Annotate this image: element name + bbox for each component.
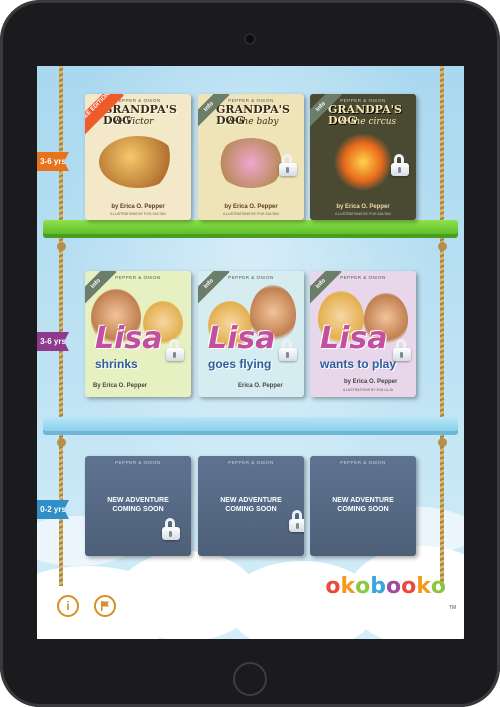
info-button[interactable]: i	[57, 595, 79, 617]
logo-letter: b	[370, 574, 386, 599]
flag-button[interactable]	[94, 595, 116, 617]
book-author: by Erica O. Pepper	[344, 379, 398, 385]
coming-soon-line2: COMING SOON	[337, 506, 389, 513]
logo-letter: k	[416, 574, 431, 599]
book-subtitle: wants to play	[320, 357, 397, 371]
book-illustrator: ILLUSTRATIONS BY FOG SULTAN	[110, 212, 166, 216]
book-author: by Erica O. Pepper	[336, 204, 390, 210]
rope-right	[440, 66, 444, 586]
book-lisa-shrinks[interactable]: PEPPER & ONION Lisa shrinks By Erica O. …	[85, 271, 191, 397]
shelf-top	[43, 220, 458, 234]
book-illustrator: ILLUSTRATIONS BY FOG SULTAN	[223, 212, 279, 216]
logo-letter: o	[385, 574, 402, 599]
lock-icon	[288, 510, 304, 532]
app-screen: 3-6 yrs 3-6 yrs 0-2 yrs PEPPER & ONION G…	[37, 66, 464, 639]
shelf-middle	[43, 417, 458, 431]
coming-soon-label: NEW ADVENTURE COMING SOON	[310, 496, 416, 514]
logo-letter: o	[401, 574, 417, 599]
book-author: By Erica O. Pepper	[93, 383, 148, 389]
coming-soon-line1: NEW ADVENTURE	[220, 497, 282, 504]
rope-knot	[57, 242, 66, 251]
book-grandpas-dog-victor[interactable]: PEPPER & ONION GRANDPA'S DOG & Victor by…	[85, 94, 191, 220]
lock-icon	[392, 339, 412, 361]
book-subtitle: & Victor	[115, 117, 154, 127]
book-lisa-goes-flying[interactable]: PEPPER & ONION Lisa goes flying Erica O.…	[198, 271, 304, 397]
cover-illustration	[216, 138, 286, 188]
book-subtitle: & the circus	[340, 117, 397, 127]
age-tag-row-3: 0-2 yrs	[37, 500, 69, 519]
coming-soon-line1: NEW ADVENTURE	[332, 497, 394, 504]
logo-letter: o	[430, 574, 446, 599]
rope-knot	[438, 242, 447, 251]
book-publisher: PEPPER & ONION	[340, 460, 386, 465]
trademark: TM	[448, 605, 456, 611]
book-coming-soon-3[interactable]: PEPPER & ONION NEW ADVENTURE COMING SOON	[310, 456, 416, 556]
lock-icon	[278, 154, 298, 176]
book-author: by Erica O. Pepper	[224, 204, 278, 210]
lock-icon	[390, 154, 410, 176]
okobooko-logo: o k o b o o k o	[325, 574, 446, 599]
age-tag-row-2: 3-6 yrs	[37, 332, 69, 351]
coming-soon-line2: COMING SOON	[112, 506, 164, 513]
home-button[interactable]	[233, 662, 267, 696]
book-coming-soon-1[interactable]: PEPPER & ONION NEW ADVENTURE COMING SOON	[85, 456, 191, 556]
book-subtitle: goes flying	[208, 357, 272, 371]
coming-soon-label: NEW ADVENTURE COMING SOON	[85, 496, 191, 514]
rope-knot	[438, 438, 447, 447]
book-subtitle: & the baby	[228, 117, 279, 127]
lock-icon	[165, 339, 185, 361]
logo-letter: k	[340, 574, 356, 599]
book-grandpas-dog-circus[interactable]: PEPPER & ONION GRANDPA'S DOG & the circu…	[310, 94, 416, 220]
info-icon: i	[66, 599, 70, 613]
lock-icon	[161, 518, 181, 540]
coming-soon-line2: COMING SOON	[225, 506, 277, 513]
cover-illustration	[99, 136, 177, 188]
camera	[244, 33, 256, 45]
book-subtitle: shrinks	[95, 357, 138, 371]
age-tag-row-1: 3-6 yrs	[37, 152, 69, 171]
book-author: Erica O. Pepper	[238, 383, 283, 389]
coming-soon-line1: NEW ADVENTURE	[107, 497, 169, 504]
cover-illustration	[332, 134, 394, 190]
flag-icon	[101, 601, 109, 611]
book-title: Lisa	[95, 321, 163, 356]
lock-icon	[278, 339, 298, 361]
book-grandpas-dog-baby[interactable]: PEPPER & ONION GRANDPA'S DOG & the baby …	[198, 94, 304, 220]
book-publisher: PEPPER & ONION	[228, 460, 274, 465]
book-illustrator: ILLUSTRATIONS BY EVA LILJA	[342, 388, 394, 392]
book-illustrator: ILLUSTRATIONS BY FOG SULTAN	[335, 212, 391, 216]
book-author: by Erica O. Pepper	[111, 204, 165, 210]
book-title: Lisa	[208, 321, 276, 356]
logo-letter: o	[355, 574, 371, 599]
book-publisher: PEPPER & ONION	[115, 460, 161, 465]
rope-knot	[57, 438, 66, 447]
tablet-frame: 3-6 yrs 3-6 yrs 0-2 yrs PEPPER & ONION G…	[0, 0, 500, 707]
book-lisa-wants-to-play[interactable]: PEPPER & ONION Lisa wants to play by Eri…	[310, 271, 416, 397]
book-title: Lisa	[320, 321, 388, 356]
book-coming-soon-2[interactable]: PEPPER & ONION NEW ADVENTURE COMING SOON	[198, 456, 304, 556]
logo-letter: o	[325, 574, 341, 599]
